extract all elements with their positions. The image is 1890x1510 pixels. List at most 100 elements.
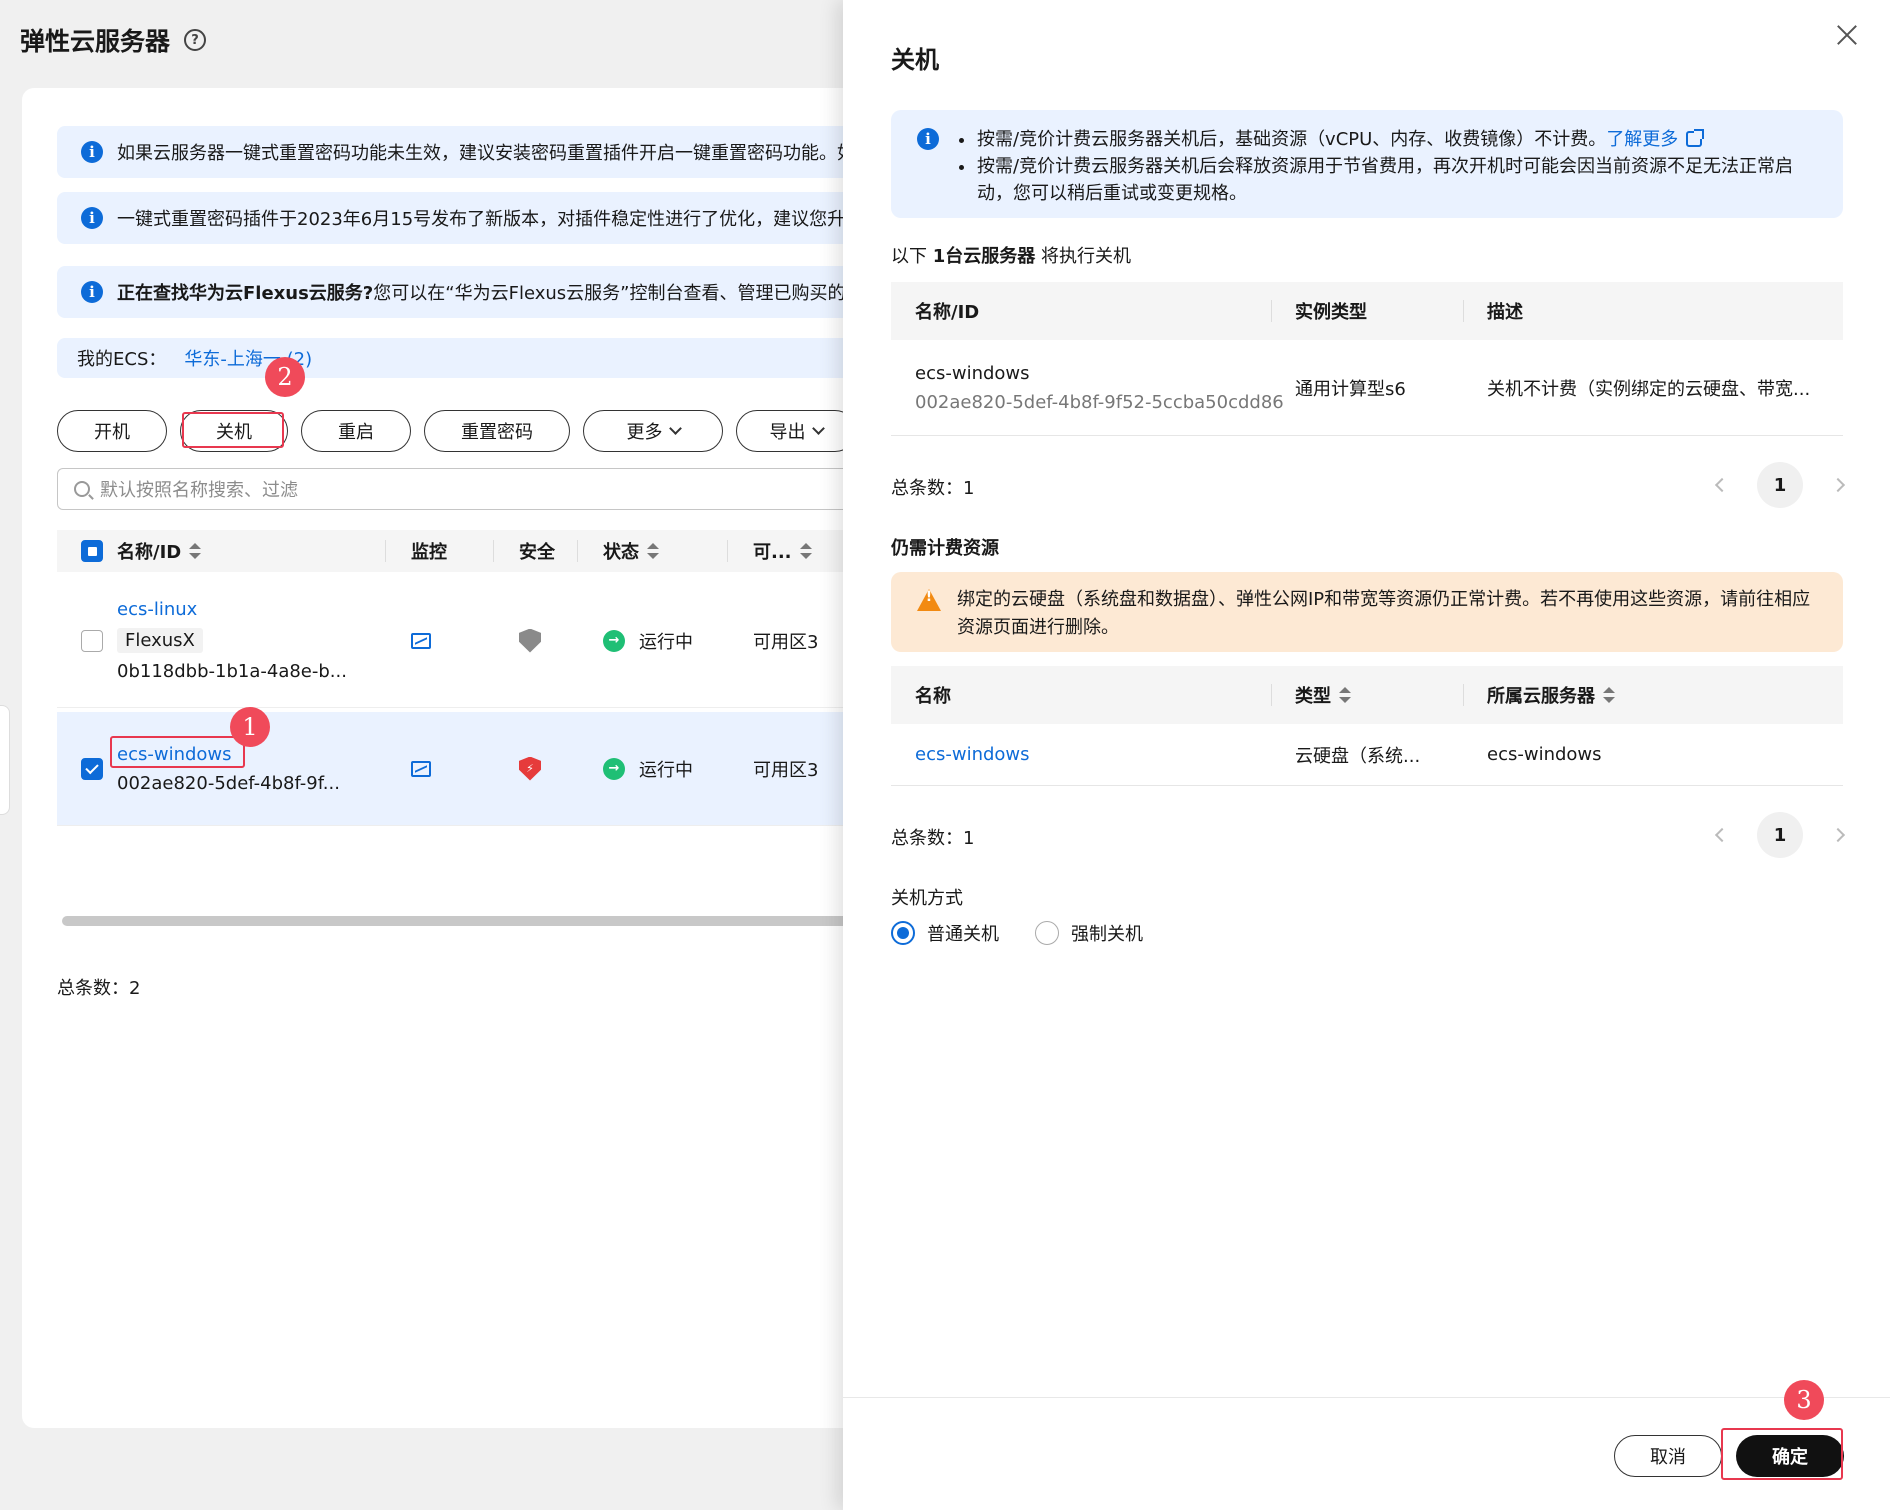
shutdown-drawer: 关机 i 按需/竞价计费云服务器关机后，基础资源（vCPU、内存、收费镜像）不计… (843, 0, 1890, 1510)
search-icon (74, 481, 90, 497)
shutdown-mode-radio-group: 普通关机 强制关机 (891, 920, 1143, 946)
shield-icon[interactable]: ⚡ (519, 756, 541, 781)
running-status-icon: → (603, 757, 625, 780)
instance-tag: FlexusX (117, 628, 203, 653)
page-number[interactable]: 1 (1757, 812, 1803, 858)
external-link-icon[interactable] (1686, 129, 1705, 147)
info-icon: i (81, 281, 103, 303)
sort-icon[interactable] (1339, 686, 1351, 704)
row-checkbox[interactable] (81, 757, 103, 780)
resource-server: ecs-windows (1487, 744, 1602, 765)
running-status-icon: → (603, 629, 625, 652)
warning-icon: ! (917, 589, 941, 611)
search-placeholder: 默认按照名称搜索、过滤 (100, 480, 298, 501)
radio-label: 普通关机 (927, 924, 999, 945)
prev-page-icon[interactable] (1714, 827, 1730, 843)
resource-pagination: 1 (1714, 812, 1846, 858)
force-shutdown-radio[interactable]: 强制关机 (1035, 920, 1143, 946)
start-button[interactable]: 开机 (57, 410, 167, 452)
resource-total: 总条数：1 (891, 828, 975, 849)
col-name: 名称/ID (117, 542, 182, 563)
radio-unselected-icon (1035, 921, 1059, 945)
reset-password-button[interactable]: 重置密码 (424, 410, 570, 452)
chevron-down-icon (668, 422, 682, 435)
restart-button[interactable]: 重启 (301, 410, 411, 452)
col-description: 描述 (1487, 302, 1523, 323)
learn-more-link[interactable]: 了解更多 (1606, 129, 1678, 150)
shield-icon[interactable] (519, 628, 541, 653)
annotation-box-confirm (1721, 1428, 1843, 1480)
sort-icon[interactable] (1603, 686, 1615, 704)
annotation-badge-1: 1 (230, 707, 270, 747)
help-icon[interactable]: ? (184, 29, 207, 51)
warning-text: 绑定的云硬盘（系统盘和数据盘）、弹性公网IP和带宽等资源仍正常计费。若不再使用这… (957, 589, 1811, 638)
table-row: ecs-windows 002ae820-5def-4b8f-9f52-5ccb… (891, 340, 1843, 436)
monitor-icon[interactable] (411, 760, 431, 777)
info-item: 按需/竞价计费云服务器关机后会释放资源用于节省费用，再次开机时可能会因当前资源不… (957, 153, 1819, 207)
instance-id: 002ae820-5def-4b8f-9f... (117, 772, 340, 794)
monitor-icon[interactable] (411, 632, 431, 649)
export-button[interactable]: 导出 (736, 410, 856, 452)
alert-bold-text: 正在查找华为云Flexus云服务? (117, 283, 374, 304)
drawer-footer-divider (843, 1397, 1890, 1398)
col-resource-name: 名称 (915, 686, 951, 707)
server-description: 关机不计费（实例绑定的云硬盘、带宽... (1487, 378, 1811, 400)
instance-az: 可用区3 (753, 759, 819, 781)
next-page-icon[interactable] (1830, 477, 1846, 493)
alert-text: 如果云服务器一键式重置密码功能未生效，建议安装密码重置插件开启一键重置密码功能。… (117, 143, 855, 164)
col-name-id: 名称/ID (915, 302, 980, 323)
annotation-box-stop (182, 412, 284, 448)
radio-selected-icon (891, 921, 915, 945)
sort-icon[interactable] (799, 542, 812, 560)
instance-status: 运行中 (639, 759, 693, 781)
col-status: 状态 (603, 542, 639, 563)
table-row: ecs-windows 云硬盘（系统... ecs-windows (891, 724, 1843, 786)
instance-az: 可用区3 (753, 631, 819, 653)
more-label: 更多 (626, 422, 663, 443)
total-count: 总条数：2 (57, 978, 141, 999)
info-item: 按需/竞价计费云服务器关机后，基础资源（vCPU、内存、收费镜像）不计费。了解更… (957, 126, 1819, 153)
sort-icon[interactable] (189, 542, 202, 560)
select-all-checkbox[interactable] (81, 540, 103, 562)
col-security: 安全 (519, 542, 555, 563)
region-label: 我的ECS： (77, 349, 167, 370)
prev-page-icon[interactable] (1714, 477, 1730, 493)
toolbar: 开机 关机 重启 重置密码 更多 导出 (57, 410, 856, 452)
billing-warning: ! 绑定的云硬盘（系统盘和数据盘）、弹性公网IP和带宽等资源仍正常计费。若不再使… (891, 572, 1843, 652)
info-icon: i (917, 128, 939, 150)
page-number[interactable]: 1 (1757, 462, 1803, 508)
side-collapse-tab[interactable] (0, 705, 10, 815)
server-total: 总条数：1 (891, 478, 975, 499)
server-table-header: 名称/ID 实例类型 描述 (891, 282, 1843, 340)
cancel-button[interactable]: 取消 (1614, 1435, 1722, 1477)
resource-type: 云硬盘（系统... (1295, 745, 1421, 767)
drawer-title: 关机 (891, 46, 939, 74)
next-page-icon[interactable] (1830, 827, 1846, 843)
instance-id: 0b118dbb-1b1a-4a8e-b... (117, 661, 347, 682)
more-button[interactable]: 更多 (583, 410, 723, 452)
instance-name-link[interactable]: ecs-linux (117, 599, 197, 620)
row-checkbox[interactable] (81, 629, 103, 652)
close-icon[interactable] (1834, 22, 1860, 48)
col-instance-type: 实例类型 (1295, 302, 1367, 323)
summary-count: 1台云服务器 (932, 246, 1036, 267)
summary-prefix: 以下 (891, 246, 933, 267)
page-title: 弹性云服务器 (20, 27, 171, 56)
col-monitor: 监控 (411, 542, 447, 563)
shutdown-info-alert: i 按需/竞价计费云服务器关机后，基础资源（vCPU、内存、收费镜像）不计费。了… (891, 110, 1843, 218)
sort-icon[interactable] (647, 542, 659, 560)
info-icon: i (81, 141, 103, 163)
info-item-text: 按需/竞价计费云服务器关机后，基础资源（vCPU、内存、收费镜像）不计费。 (977, 129, 1607, 150)
billing-section-title: 仍需计费资源 (891, 538, 999, 559)
shutdown-mode-label: 关机方式 (891, 888, 963, 909)
resource-name-link[interactable]: ecs-windows (915, 744, 1030, 765)
shutdown-summary: 以下 1台云服务器 将执行关机 (891, 242, 1131, 268)
chevron-down-icon (811, 422, 825, 435)
radio-label: 强制关机 (1071, 924, 1143, 945)
server-id: 002ae820-5def-4b8f-9f52-5ccba50cdd86 (915, 391, 1284, 413)
export-label: 导出 (769, 422, 806, 443)
normal-shutdown-radio[interactable]: 普通关机 (891, 920, 999, 946)
col-resource-type: 类型 (1295, 686, 1331, 707)
alert-text: 一键式重置密码插件于2023年6月15号发布了新版本，对插件稳定性进行了优化，建… (117, 209, 864, 230)
server-name: ecs-windows (915, 362, 1030, 384)
